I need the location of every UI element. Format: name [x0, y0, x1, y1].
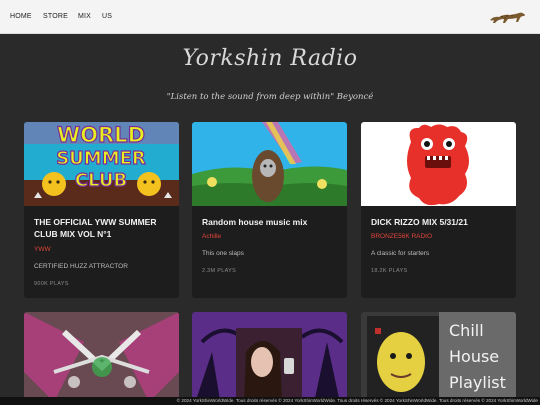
cover-text-playlist: Playlist	[449, 373, 506, 392]
footer: © 2024 YorkShinWorldWide. Tous droits ré…	[0, 397, 540, 405]
cover-text-chill: Chill	[449, 321, 484, 340]
mix-card[interactable]: WORLD SUMMER CLUB THE OFFICIAL YWW SUMME…	[24, 122, 179, 298]
nav-store-link[interactable]: STORE	[43, 13, 68, 20]
mix-plays: 18.2K PLAYS	[371, 268, 408, 274]
hero-quote: "Listen to the sound from deep within" B…	[166, 92, 374, 102]
mix-description: CERTIFIED HUZZ ATTRACTOR	[34, 263, 128, 270]
nav-mix-link[interactable]: MIX	[78, 13, 91, 20]
mix-cover-image: WORLD SUMMER CLUB	[24, 122, 179, 206]
cover-text-club: CLUB	[75, 170, 127, 191]
mix-artist[interactable]: Achille	[202, 233, 221, 240]
top-nav: HOME STORE MIX US	[0, 0, 540, 34]
mix-description: A classic for starters	[371, 250, 430, 257]
nav-home-link[interactable]: HOME	[10, 13, 32, 20]
cover-text-world: WORLD	[57, 123, 145, 147]
mix-cover-image	[192, 312, 347, 405]
mix-card[interactable]: Chill House Playlist	[361, 312, 516, 405]
mix-cover-image	[192, 122, 347, 206]
mix-title[interactable]: Random house music mix	[202, 216, 342, 228]
mix-description: This one slaps	[202, 250, 244, 257]
mix-card[interactable]: Random house music mix Achille This one …	[192, 122, 347, 298]
nav-us-link[interactable]: US	[102, 13, 112, 20]
mix-plays: 900K PLAYS	[34, 281, 69, 287]
mix-card[interactable]	[24, 312, 179, 405]
mix-artist[interactable]: BRONZE56K RADIO	[371, 233, 432, 240]
cover-text-house: House	[449, 347, 499, 366]
mix-cover-image: Chill House Playlist	[361, 312, 516, 405]
mix-plays: 2.3M PLAYS	[202, 268, 237, 274]
mix-title[interactable]: THE OFFICIAL YWW SUMMER CLUB MIX VOL N°1	[34, 216, 174, 240]
mix-title[interactable]: DICK RIZZO MIX 5/31/21	[371, 216, 511, 228]
leopard-logo[interactable]	[488, 9, 528, 25]
cover-text-summer: SUMMER	[56, 148, 146, 169]
hero-title: Yorkshin Radio	[182, 46, 358, 71]
mix-cover-image	[361, 122, 516, 206]
mix-card[interactable]	[192, 312, 347, 405]
mix-artist[interactable]: YWW	[34, 246, 51, 253]
mix-cover-image	[24, 312, 179, 405]
mix-card[interactable]: DICK RIZZO MIX 5/31/21 BRONZE56K RADIO A…	[361, 122, 516, 298]
